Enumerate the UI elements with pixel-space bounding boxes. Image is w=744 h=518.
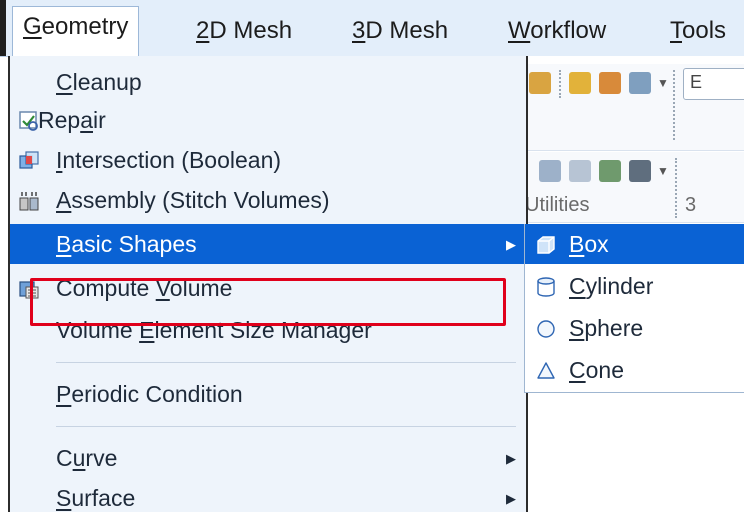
- submenu-arrow-icon: ▶: [506, 491, 516, 506]
- submenu-item-sphere[interactable]: Sphere: [525, 308, 744, 348]
- menu-item-label: Repair: [38, 107, 106, 133]
- menu-2d-mesh[interactable]: 2D Mesh: [196, 14, 292, 48]
- ribbon-dropdown-icon[interactable]: ▼: [657, 76, 669, 90]
- submenu-item-label: Sphere: [569, 315, 644, 341]
- menu-item-assembly[interactable]: Assembly (Stitch Volumes): [10, 180, 526, 220]
- menu-item-compute-volume[interactable]: Compute Volume: [10, 268, 526, 308]
- ribbon-utility-2-icon[interactable]: [569, 160, 591, 182]
- submenu-item-label: Box: [569, 231, 609, 257]
- cylinder-icon: [537, 277, 555, 297]
- ribbon-tool-icon[interactable]: [529, 72, 551, 94]
- menu-item-basic-shapes[interactable]: Basic Shapes ▶: [10, 224, 526, 264]
- ribbon-utility-3-icon[interactable]: [599, 160, 621, 182]
- ribbon-view-tool-icon[interactable]: [629, 72, 651, 94]
- menu-separator: [56, 362, 516, 363]
- menu-item-curve[interactable]: Curve ▶: [10, 438, 526, 478]
- cone-icon: [537, 362, 555, 379]
- menu-item-cleanup[interactable]: Cleanup: [10, 62, 526, 102]
- menu-item-periodic-condition[interactable]: Periodic Condition: [10, 374, 526, 414]
- submenu-arrow-icon: ▶: [506, 237, 516, 252]
- submenu-item-label: Cone: [569, 357, 624, 383]
- menu-item-label: Assembly (Stitch Volumes): [56, 187, 330, 213]
- geometry-dropdown-menu: Cleanup Repair Intersection (Boolean) As…: [8, 56, 528, 512]
- submenu-arrow-icon: ▶: [506, 451, 516, 466]
- menu-item-label: Volume Element Size Manager: [56, 317, 372, 343]
- window-edge: [0, 0, 6, 56]
- ribbon-edge-label: 3: [685, 194, 697, 216]
- ribbon-element-box[interactable]: E: [683, 68, 744, 100]
- ribbon-utilities-group: ▼ Utilities 3: [525, 152, 744, 223]
- menu-bar: Geometry 2D Mesh 3D Mesh Workflow Tools: [0, 0, 744, 57]
- menu-item-label: Cleanup: [56, 69, 142, 95]
- ribbon-group-label: Utilities: [525, 194, 590, 216]
- menu-item-intersection[interactable]: Intersection (Boolean): [10, 140, 526, 180]
- menu-item-label: Periodic Condition: [56, 381, 243, 407]
- menu-item-label: Compute Volume: [56, 275, 233, 301]
- ribbon-grid-icon[interactable]: [629, 160, 651, 182]
- menu-item-label: Surface: [56, 485, 136, 511]
- ribbon-separator: [675, 158, 677, 218]
- repair-icon: [19, 111, 38, 131]
- ribbon-separator: [559, 70, 561, 98]
- boolean-intersection-icon: [19, 151, 39, 169]
- assembly-icon: [19, 192, 39, 211]
- menu-item-surface[interactable]: Surface ▶: [10, 478, 526, 518]
- submenu-item-cone[interactable]: Cone: [525, 350, 744, 390]
- menu-item-label: Basic Shapes: [56, 231, 197, 257]
- menu-item-label: Curve: [56, 445, 118, 471]
- menu-item-repair[interactable]: Repair: [10, 100, 526, 140]
- submenu-item-box[interactable]: Box: [525, 224, 744, 264]
- menu-geometry[interactable]: Geometry: [12, 6, 140, 57]
- ribbon-toolbar-row: ▼ E: [525, 64, 744, 151]
- ribbon-element-box-text: E: [690, 72, 703, 92]
- ribbon-id-tool-icon[interactable]: [569, 72, 591, 94]
- menu-separator: [56, 426, 516, 427]
- menu-item-label: Intersection (Boolean): [56, 147, 282, 173]
- ribbon-separator: [673, 70, 675, 140]
- submenu-item-cylinder[interactable]: Cylinder: [525, 266, 744, 306]
- menu-workflow[interactable]: Workflow: [508, 14, 606, 48]
- menu-tools[interactable]: Tools: [670, 14, 726, 48]
- box-icon: [537, 236, 555, 254]
- submenu-item-label: Cylinder: [569, 273, 654, 299]
- compute-volume-icon: [19, 281, 39, 299]
- menu-3d-mesh[interactable]: 3D Mesh: [352, 14, 448, 48]
- ribbon-utility-icon[interactable]: [539, 160, 561, 182]
- ribbon-id-tool-2-icon[interactable]: [599, 72, 621, 94]
- sphere-icon: [537, 320, 555, 338]
- menu-item-volume-element-size-manager[interactable]: Volume Element Size Manager: [10, 310, 526, 350]
- ribbon-dropdown-icon[interactable]: ▼: [657, 164, 669, 178]
- basic-shapes-submenu: Box Cylinder Sphere Cone: [524, 224, 744, 393]
